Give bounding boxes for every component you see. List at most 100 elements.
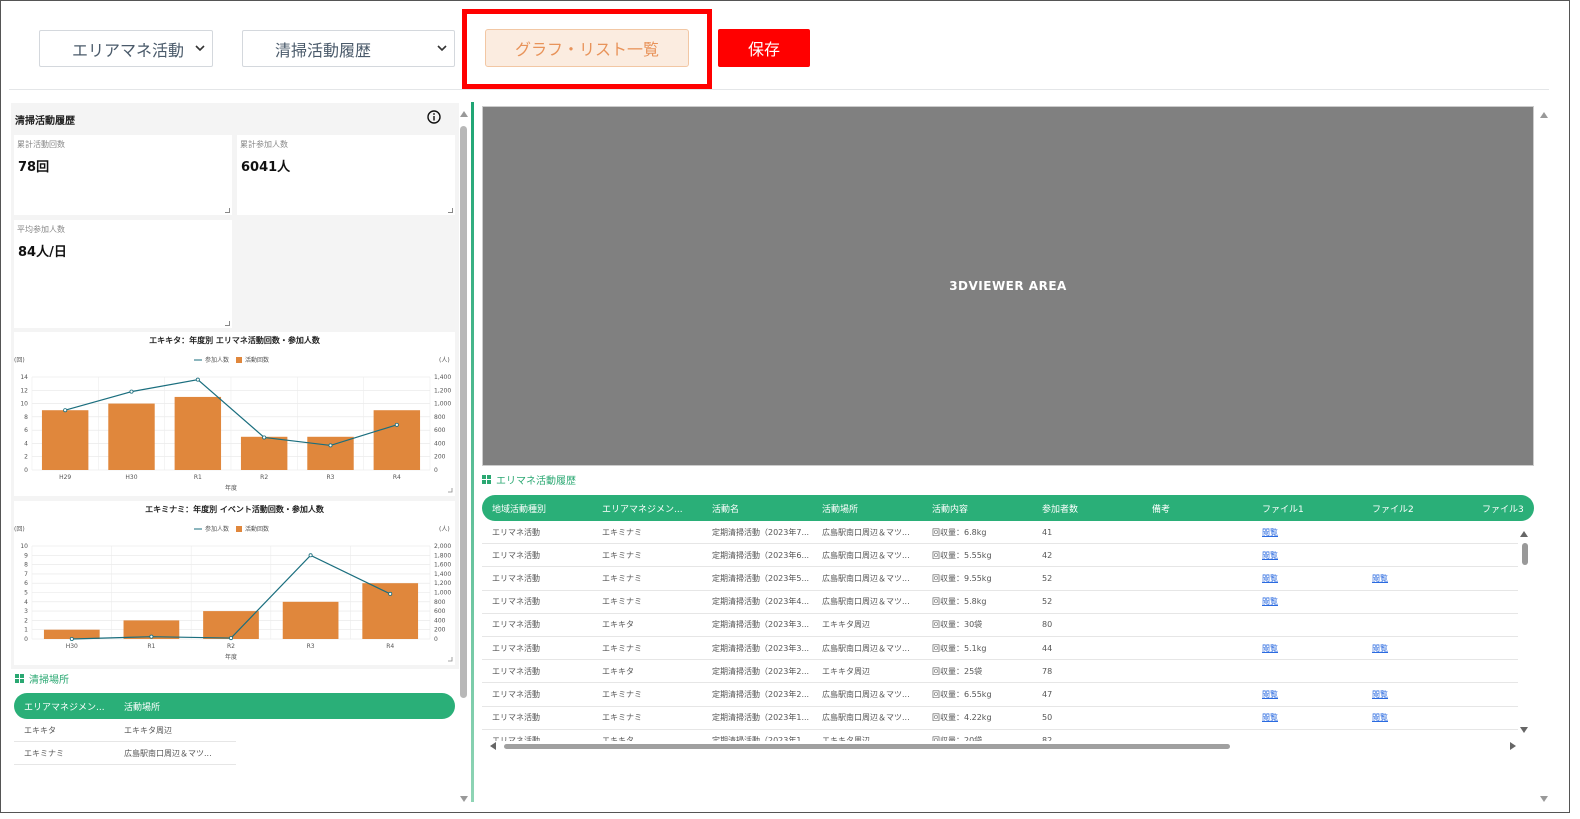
graph-list-button[interactable]: グラフ・リスト一覧 xyxy=(485,29,689,67)
file-view-link[interactable]: 閲覧 xyxy=(1262,551,1278,560)
history-vertical-scrollbar[interactable] xyxy=(1517,527,1531,737)
history-table-header: 地域活動種別 エリアマネジメン... 活動名 活動場所 活動内容 参加者数 備考… xyxy=(482,495,1534,521)
table-cell: 閲覧 xyxy=(1252,527,1362,538)
table-row[interactable]: エリマネ活動 エキミナミ 定期清掃活動（2023年3... 広島駅南口周辺＆マツ...… xyxy=(482,637,1518,661)
table-row[interactable]: エリマネ活動 エキキタ 定期清掃活動（2023年1... エキキタ周辺 回収量：20袋 8… xyxy=(482,730,1518,741)
table-cell: 47 xyxy=(1042,689,1053,699)
table-cell: 閲覧 xyxy=(1252,712,1362,723)
right-panel-scrollbar[interactable] xyxy=(1539,106,1549,806)
scroll-right-icon[interactable] xyxy=(1510,742,1516,750)
table-row[interactable]: エリマネ活動 エキミナミ 定期清掃活動（2023年2... 広島駅南口周辺＆マツ...… xyxy=(482,683,1518,707)
table-row[interactable]: エリマネ活動 エキミナミ 定期清掃活動（2023年7... 広島駅南口周辺＆マツ...… xyxy=(482,521,1518,545)
resize-handle[interactable] xyxy=(225,321,230,326)
scroll-up-icon[interactable] xyxy=(460,111,468,117)
stat-value: 84人/日 xyxy=(18,245,67,260)
resize-handle[interactable] xyxy=(225,208,230,213)
table-cell: 閲覧 xyxy=(1252,689,1362,700)
stat-card-avg-participants: 平均参加人数 84人/日 xyxy=(14,220,232,328)
table-cell: 78 xyxy=(1042,666,1053,676)
chevron-down-icon xyxy=(195,45,205,52)
file-view-link[interactable]: 閲覧 xyxy=(1262,574,1278,583)
column-header[interactable]: 活動名 xyxy=(702,502,812,515)
file-view-link[interactable]: 閲覧 xyxy=(1372,574,1388,583)
file-view-link[interactable]: 閲覧 xyxy=(1262,713,1278,722)
table-row[interactable]: エリマネ活動 エキミナミ 定期清掃活動（2023年5... 広島駅南口周辺＆マツ...… xyxy=(482,567,1518,591)
x-tick-label: H30 xyxy=(125,474,137,481)
scroll-thumb[interactable] xyxy=(1522,543,1528,565)
scroll-down-icon[interactable] xyxy=(1520,727,1528,733)
column-header[interactable]: 参加者数 xyxy=(1032,502,1142,515)
column-header[interactable]: 活動場所 xyxy=(812,502,922,515)
panel-splitter[interactable] xyxy=(471,102,474,802)
places-section-header: 清掃場所 xyxy=(15,671,69,686)
resize-handle xyxy=(448,657,453,662)
x-tick-label: H29 xyxy=(59,474,71,481)
resize-handle[interactable] xyxy=(448,208,453,213)
table-cell: 41 xyxy=(1042,527,1053,537)
scroll-left-icon[interactable] xyxy=(490,742,496,750)
right-tick-label: 0 xyxy=(434,467,438,474)
table-row[interactable]: エリマネ活動 エキミナミ 定期清掃活動（2023年6... 広島駅南口周辺＆マツ...… xyxy=(482,544,1518,568)
column-header[interactable]: 活動場所 xyxy=(124,700,236,713)
column-header[interactable]: ファイル3 xyxy=(1472,502,1534,515)
file-view-link[interactable]: 閲覧 xyxy=(1372,690,1388,699)
column-header[interactable]: エリアマネジメン... xyxy=(14,700,124,713)
info-icon[interactable] xyxy=(427,110,441,124)
table-cell: 50 xyxy=(1042,713,1053,723)
x-tick-label: R1 xyxy=(194,474,202,481)
table-row[interactable]: エリマネ活動 エキミナミ 定期清掃活動（2023年4... 広島駅南口周辺＆マツ...… xyxy=(482,591,1518,614)
table-row[interactable]: エキキタ エキキタ周辺 xyxy=(14,719,236,742)
chart-svg: 参加人数 活動回数 (回) (人) 0 0 2 200 4 400 6 600 8 800 10 1,000 1… xyxy=(14,356,453,493)
scroll-up-icon[interactable] xyxy=(1540,112,1548,118)
bar xyxy=(203,611,259,639)
column-header[interactable]: ファイル2 xyxy=(1362,502,1472,515)
line-point xyxy=(262,435,267,440)
left-panel-scrollbar[interactable] xyxy=(459,109,469,804)
places-table-header: エリアマネジメン... 活動場所 xyxy=(14,693,455,719)
file-view-link[interactable]: 閲覧 xyxy=(1372,644,1388,653)
line-point xyxy=(69,636,74,641)
file-view-link[interactable]: 閲覧 xyxy=(1262,597,1278,606)
table-cell: エリマネ活動 xyxy=(492,620,540,630)
column-header[interactable]: 地域活動種別 xyxy=(482,502,592,515)
right-tick-label: 600 xyxy=(434,427,446,434)
scroll-up-icon[interactable] xyxy=(1520,531,1528,537)
history-type-select[interactable]: 清掃活動履歴 xyxy=(242,30,455,67)
scroll-down-icon[interactable] xyxy=(1540,796,1548,802)
bar xyxy=(108,403,155,470)
activity-type-select[interactable]: エリアマネ活動 xyxy=(39,30,213,67)
right-axis-unit: (人) xyxy=(439,357,450,364)
table-row[interactable]: エリマネ活動 エキキタ 定期清掃活動（2023年2... エキキタ周辺 回収量：25袋 7… xyxy=(482,660,1518,684)
right-tick-label: 400 xyxy=(434,440,446,447)
file-view-link[interactable]: 閲覧 xyxy=(1262,690,1278,699)
column-header[interactable]: 活動内容 xyxy=(922,502,1032,515)
left-tick-label: 14 xyxy=(20,374,28,381)
file-view-link[interactable]: 閲覧 xyxy=(1372,713,1388,722)
table-row[interactable]: エリマネ活動 エキミナミ 定期清掃活動（2023年1... 広島駅南口周辺＆マツ...… xyxy=(482,707,1518,730)
column-header[interactable]: エリアマネジメン... xyxy=(592,502,702,515)
table-row[interactable]: エキミナミ 広島駅南口周辺＆マツ... xyxy=(14,742,236,765)
table-row[interactable]: エリマネ活動 エキキタ 定期清掃活動（2023年3... エキキタ周辺 回収量：30袋 8… xyxy=(482,614,1518,637)
table-cell: 80 xyxy=(1042,620,1053,630)
history-horizontal-scrollbar[interactable] xyxy=(482,741,1518,751)
save-button[interactable]: 保存 xyxy=(718,29,810,67)
activity-type-value: エリアマネ活動 xyxy=(72,40,185,60)
bar xyxy=(282,601,339,639)
table-cell: 閲覧 xyxy=(1252,596,1362,607)
file-view-link[interactable]: 閲覧 xyxy=(1262,644,1278,653)
stat-label: 累計参加人数 xyxy=(240,140,288,149)
right-tick-label: 200 xyxy=(434,454,446,461)
left-tick-label: 5 xyxy=(24,590,28,597)
bar xyxy=(307,436,354,470)
column-header[interactable]: ファイル1 xyxy=(1252,502,1362,515)
x-tick-label: H30 xyxy=(66,643,78,650)
places-table: エリアマネジメン... 活動場所 エキキタ エキキタ周辺 エキミナミ 広島駅南口… xyxy=(14,693,455,765)
column-header[interactable]: 備考 xyxy=(1142,502,1252,515)
scroll-thumb[interactable] xyxy=(460,126,467,698)
scroll-down-icon[interactable] xyxy=(460,796,468,802)
file-view-link[interactable]: 閲覧 xyxy=(1262,528,1278,537)
right-tick-label: 1,000 xyxy=(434,590,451,597)
scroll-thumb[interactable] xyxy=(504,744,1230,749)
table-cell: 広島駅南口周辺＆マツ... xyxy=(822,597,910,607)
3d-viewer-area[interactable]: 3DVIEWER AREA xyxy=(482,106,1534,466)
